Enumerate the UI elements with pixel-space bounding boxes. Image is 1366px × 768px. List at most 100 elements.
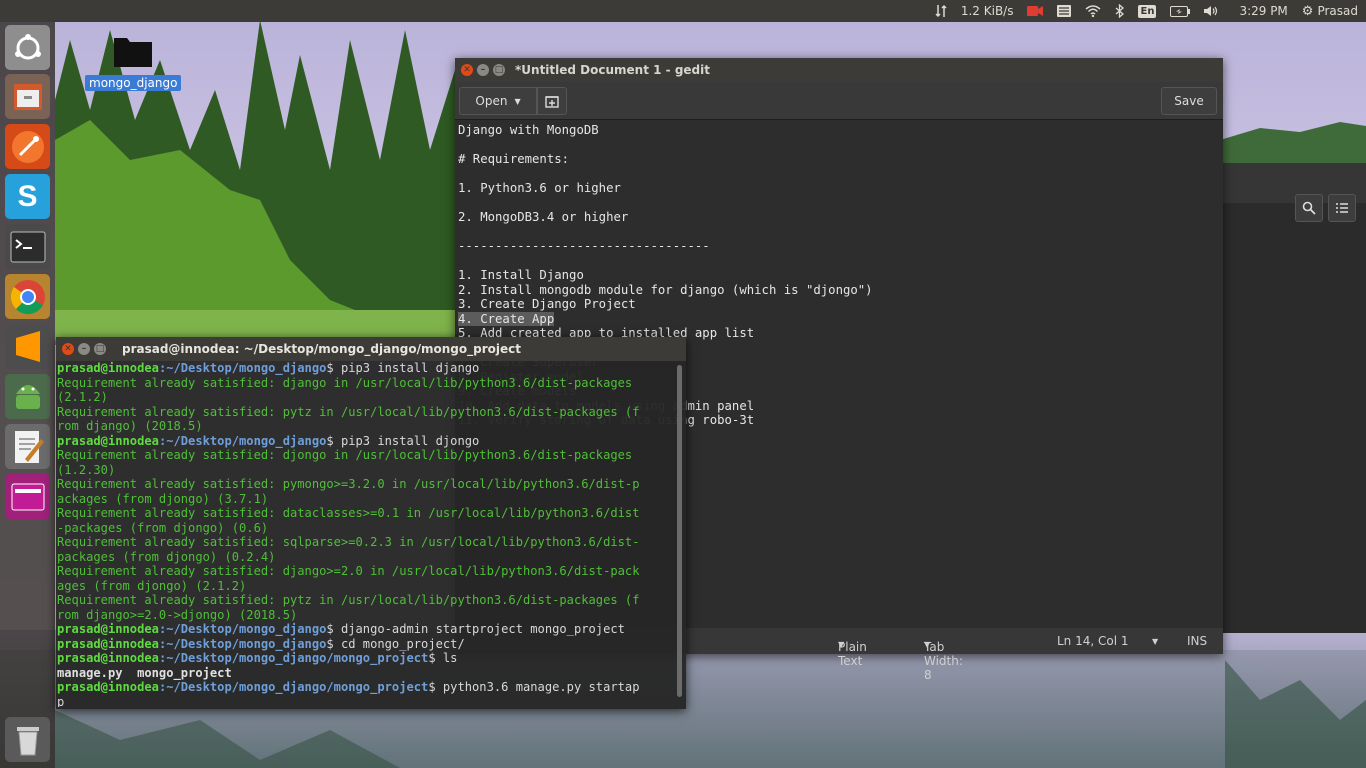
terminal-scrollbar[interactable] [677, 365, 682, 697]
ubuntu-dash-icon[interactable] [5, 25, 50, 70]
background-window[interactable] [1222, 163, 1366, 633]
cursor-position[interactable]: Ln 14, Col 1 [1057, 634, 1129, 648]
output-text: Requirement already satisfied: django>=2… [57, 564, 640, 578]
sublime-icon[interactable] [5, 324, 50, 369]
prompt-path: :~/Desktop/mongo_django/mongo_project [158, 680, 429, 694]
output-text: packages (from djongo) (0.2.4) [57, 549, 276, 564]
skype-icon[interactable]: S [5, 174, 50, 219]
trash-icon[interactable] [5, 717, 50, 762]
chevron-down-icon: ▼ [924, 640, 931, 649]
terminal-line: (1.2.30) [57, 463, 674, 478]
search-icon[interactable] [1295, 194, 1323, 222]
desktop-folder[interactable]: mongo_django [85, 34, 182, 91]
editor-line[interactable] [458, 254, 1223, 269]
editor-line[interactable]: 4. Create App [458, 311, 1223, 327]
terminal-line: (2.1.2) [57, 390, 674, 405]
editor-line[interactable]: 1. Install Django [458, 268, 1223, 283]
terminal-line: prasad@innodea:~/Desktop/mongo_django$ d… [57, 622, 674, 637]
text-editor-icon[interactable] [5, 424, 50, 469]
wifi-icon[interactable] [1085, 0, 1101, 22]
minimize-icon[interactable]: – [477, 64, 489, 76]
prompt-user: prasad@innodea [57, 651, 159, 665]
list-view-icon[interactable] [1328, 194, 1356, 222]
net-speed[interactable]: 1.2 KiB/s [961, 0, 1014, 22]
editor-line[interactable] [458, 225, 1223, 240]
output-text: -packages (from djongo) (0.6) [57, 520, 269, 535]
terminal-line: packages (from djongo) (0.2.4) [57, 550, 674, 565]
terminal-line: prasad@innodea:~/Desktop/mongo_django/mo… [57, 680, 674, 695]
output-text: Requirement already satisfied: pytz in /… [57, 593, 640, 607]
terminal-line: rom django) (2018.5) [57, 419, 674, 434]
output-text: ackages (from djongo) (3.7.1) [57, 491, 269, 506]
volume-icon[interactable] [1204, 0, 1220, 22]
maximize-icon[interactable]: □ [493, 64, 505, 76]
prompt-path: :~/Desktop/mongo_django/mongo_project [158, 651, 429, 665]
terminal-line: rom django>=2.0->djongo) (2018.5) [57, 608, 674, 623]
gear-icon: ⚙ [1301, 3, 1314, 19]
terminal-output[interactable]: prasad@innodea:~/Desktop/mongo_django$ p… [57, 361, 674, 707]
editor-line[interactable]: 2. MongoDB3.4 or higher [458, 210, 1223, 225]
terminal-line: Requirement already satisfied: sqlparse>… [57, 535, 674, 550]
chevron-down-icon[interactable]: ▼ [1152, 637, 1158, 646]
user-name: Prasad [1317, 4, 1358, 18]
editor-line[interactable]: 2. Install mongodb module for django (wh… [458, 283, 1223, 298]
editor-line[interactable] [458, 196, 1223, 211]
output-text: rom django>=2.0->djongo) (2018.5) [57, 607, 298, 622]
close-icon[interactable]: ✕ [461, 64, 473, 76]
close-icon[interactable]: ✕ [62, 343, 74, 355]
record-icon[interactable] [1027, 0, 1044, 22]
open-button[interactable]: Open ▼ [459, 87, 537, 115]
open-label: Open [475, 94, 508, 108]
terminal-titlebar[interactable]: ✕ – □ prasad@innodea: ~/Desktop/mongo_dj… [56, 337, 686, 361]
output-text: (1.2.30) [57, 462, 116, 477]
screenshot-app-icon[interactable] [5, 474, 50, 519]
terminal-line: prasad@innodea:~/Desktop/mongo_django$ p… [57, 361, 674, 376]
editor-line[interactable]: 1. Python3.6 or higher [458, 181, 1223, 196]
terminal-line: manage.py mongo_project [57, 666, 674, 681]
chevron-down-icon: ▼ [514, 96, 521, 106]
folder-icon [113, 38, 152, 67]
editor-line[interactable]: # Requirements: [458, 152, 1223, 167]
terminal-icon[interactable] [5, 224, 50, 269]
window-title: *Untitled Document 1 - gedit [515, 63, 710, 77]
terminal-line: -packages (from djongo) (0.6) [57, 521, 674, 536]
command-text: $ django-admin startproject mongo_projec… [326, 622, 625, 636]
bluetooth-icon[interactable] [1115, 0, 1125, 22]
terminal-line: Requirement already satisfied: dataclass… [57, 506, 674, 521]
prompt-user: prasad@innodea [57, 680, 159, 694]
gedit-titlebar[interactable]: ✕ – □ *Untitled Document 1 - gedit [455, 58, 1223, 82]
terminal-window[interactable]: ✕ – □ prasad@innodea: ~/Desktop/mongo_dj… [56, 337, 686, 709]
clock[interactable]: 3:29 PM [1239, 0, 1287, 22]
battery-icon[interactable] [1170, 0, 1191, 22]
chrome-icon[interactable] [5, 274, 50, 319]
terminal-line: Requirement already satisfied: django>=2… [57, 564, 674, 579]
chevron-down-icon: ▼ [838, 640, 845, 649]
terminal-line: Requirement already satisfied: django in… [57, 376, 674, 391]
output-text: manage.py mongo_project [57, 665, 232, 680]
session-menu[interactable]: ⚙ Prasad [1302, 0, 1358, 22]
editor-line[interactable]: ---------------------------------- [458, 239, 1223, 254]
prompt-path: :~/Desktop/mongo_django [158, 433, 327, 448]
new-document-button[interactable] [537, 87, 567, 115]
editor-line[interactable]: Django with MongoDB [458, 123, 1223, 138]
selected-text[interactable]: 4. Create App [458, 311, 555, 326]
editor-line[interactable] [458, 138, 1223, 153]
prompt-user: prasad@innodea [57, 636, 159, 651]
fox-browser-icon[interactable] [5, 124, 50, 169]
editor-line[interactable]: 3. Create Django Project [458, 297, 1223, 312]
menu-icon[interactable] [1057, 0, 1072, 22]
editor-line[interactable] [458, 167, 1223, 182]
keyboard-icon[interactable]: En [1138, 0, 1157, 22]
terminal-line: prasad@innodea:~/Desktop/mongo_django$ c… [57, 637, 674, 652]
prompt-path: :~/Desktop/mongo_django [158, 622, 327, 636]
minimize-icon[interactable]: – [78, 343, 90, 355]
keyboard-layout: En [1138, 4, 1157, 18]
maximize-icon[interactable]: □ [94, 343, 106, 355]
network-arrows-icon[interactable] [935, 0, 947, 22]
desktop-folder-label: mongo_django [85, 75, 182, 91]
files-icon[interactable] [5, 74, 50, 119]
android-icon[interactable] [5, 374, 50, 419]
command-text: $ python3.6 manage.py startap [428, 680, 640, 694]
prompt-path: :~/Desktop/mongo_django [158, 361, 327, 375]
save-button[interactable]: Save [1161, 87, 1217, 115]
